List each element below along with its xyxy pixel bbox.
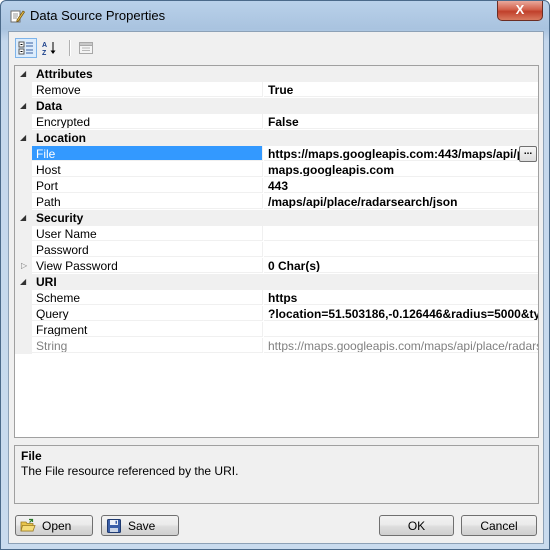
property-row-path[interactable]: Path /maps/api/place/radarsearch/json <box>15 194 538 210</box>
category-label: URI <box>36 275 57 289</box>
property-name: Port <box>32 178 263 193</box>
property-row-scheme[interactable]: Scheme https <box>15 290 538 306</box>
property-value[interactable]: https <box>264 290 538 305</box>
property-row-fragment[interactable]: Fragment <box>15 322 538 338</box>
browse-ellipsis-button[interactable]: ... <box>519 146 537 162</box>
collapse-triangle-icon[interactable]: ◢ <box>20 98 32 114</box>
help-title: File <box>21 449 42 463</box>
close-button[interactable]: X <box>497 1 543 21</box>
collapse-triangle-icon[interactable]: ◢ <box>20 210 32 226</box>
collapse-triangle-icon[interactable]: ◢ <box>20 66 32 82</box>
property-row-encrypted[interactable]: Encrypted False <box>15 114 538 130</box>
category-attributes[interactable]: ◢ Attributes <box>15 66 538 82</box>
property-row-string[interactable]: String https://maps.googleapis.com/maps/… <box>15 338 538 354</box>
property-row-query[interactable]: Query ?location=51.503186,-0.126446&radi… <box>15 306 538 322</box>
dialog-client-area: A Z ◢ Attributes Remove True ◢ Data Encr… <box>8 31 544 544</box>
property-value[interactable]: maps.googleapis.com <box>264 162 538 177</box>
property-name: Fragment <box>32 322 263 337</box>
property-grid: ◢ Attributes Remove True ◢ Data Encrypte… <box>14 65 539 438</box>
property-value: https://maps.googleapis.com/maps/api/pla… <box>264 338 538 353</box>
property-name: Encrypted <box>32 114 263 129</box>
category-location[interactable]: ◢ Location <box>15 130 538 146</box>
svg-text:A: A <box>42 42 47 49</box>
help-description: The File resource referenced by the URI. <box>21 464 239 478</box>
property-name: Host <box>32 162 263 177</box>
property-value[interactable] <box>264 242 538 257</box>
collapse-triangle-icon[interactable]: ◢ <box>20 130 32 146</box>
property-row-host[interactable]: Host maps.googleapis.com <box>15 162 538 178</box>
property-row-remove[interactable]: Remove True <box>15 82 538 98</box>
property-value[interactable]: True <box>264 82 538 97</box>
save-button[interactable]: Save <box>101 515 179 536</box>
property-value[interactable] <box>264 226 538 241</box>
property-row-password[interactable]: Password <box>15 242 538 258</box>
property-name: Remove <box>32 82 263 97</box>
property-value[interactable]: 443 <box>264 178 538 193</box>
categorized-icon <box>18 41 33 55</box>
save-button-label: Save <box>128 518 156 533</box>
categorized-view-button[interactable] <box>15 38 37 58</box>
title-bar[interactable]: Data Source Properties X <box>1 1 549 31</box>
category-label: Attributes <box>36 67 93 81</box>
ok-button-label: OK <box>407 518 426 533</box>
ok-button[interactable]: OK <box>379 515 454 536</box>
alphabetical-view-button[interactable]: A Z <box>39 38 61 58</box>
property-grid-toolbar: A Z <box>13 36 538 60</box>
cancel-button[interactable]: Cancel <box>461 515 537 536</box>
category-label: Location <box>36 131 86 145</box>
property-name: Scheme <box>32 290 263 305</box>
property-name: File <box>32 146 263 161</box>
property-value[interactable]: False <box>264 114 538 129</box>
collapse-triangle-icon[interactable]: ◢ <box>20 274 32 290</box>
expand-triangle-icon[interactable]: ▷ <box>21 258 27 274</box>
property-name: Path <box>32 194 263 209</box>
property-value[interactable] <box>264 322 538 337</box>
category-security[interactable]: ◢ Security <box>15 210 538 226</box>
property-value[interactable]: /maps/api/place/radarsearch/json <box>264 194 538 209</box>
property-name: User Name <box>32 226 263 241</box>
property-row-port[interactable]: Port 443 <box>15 178 538 194</box>
cancel-button-label: Cancel <box>480 518 518 533</box>
svg-text:Z: Z <box>42 50 47 56</box>
property-pages-button[interactable] <box>75 38 97 58</box>
category-label: Data <box>36 99 63 113</box>
pencil-document-icon <box>10 10 25 23</box>
property-row-file[interactable]: File https://maps.googleapis.com:443/map… <box>15 146 538 162</box>
help-panel: File The File resource referenced by the… <box>14 445 539 504</box>
category-label: Security <box>36 211 84 225</box>
property-value[interactable]: 0 Char(s) <box>264 258 538 273</box>
open-folder-icon <box>20 518 36 531</box>
property-row-view-password[interactable]: ▷ View Password 0 Char(s) <box>15 258 538 274</box>
window-title: Data Source Properties <box>30 8 166 23</box>
dialog-window: Data Source Properties X A Z ◢ Attribute… <box>0 0 550 550</box>
property-row-user-name[interactable]: User Name <box>15 226 538 242</box>
property-name: String <box>32 338 263 353</box>
property-name: View Password <box>32 258 263 273</box>
floppy-disk-icon <box>107 518 121 533</box>
category-data[interactable]: ◢ Data <box>15 98 538 114</box>
property-pages-icon <box>79 42 93 54</box>
property-name: Password <box>32 242 263 257</box>
open-button-label: Open <box>42 518 72 533</box>
toolbar-separator <box>69 40 71 56</box>
sort-alphabetical-icon: A Z <box>42 42 56 56</box>
property-value[interactable]: ?location=51.503186,-0.126446&radius=500… <box>264 306 538 321</box>
open-button[interactable]: Open <box>15 515 93 536</box>
property-name: Query <box>32 306 263 321</box>
category-uri[interactable]: ◢ URI <box>15 274 538 290</box>
property-value[interactable]: https://maps.googleapis.com:443/maps/api… <box>264 146 520 161</box>
